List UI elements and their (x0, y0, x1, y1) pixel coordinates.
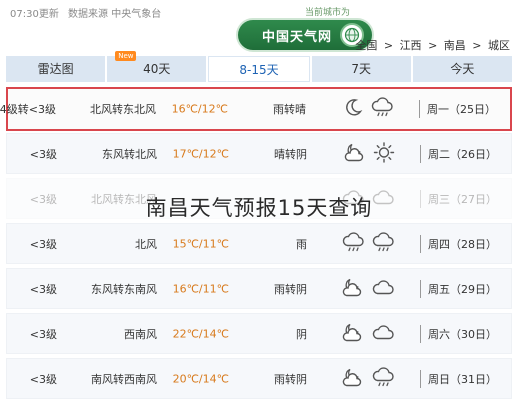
temperature: 20℃/14℃ (172, 372, 229, 385)
forecast-row[interactable]: <3级 东风转北风 17℃/12℃ 晴转阴 周二（26日） (6, 133, 512, 174)
forecast-list: 3-4级转<3级北风转东北风16℃/12℃雨转晴周一（25日）<3级东风转北风1… (0, 87, 512, 400)
breadcrumb-item-country[interactable]: 全国 (355, 39, 377, 52)
wind-level: 3-4级转<3级 (0, 103, 56, 116)
cloud-moon-icon (341, 276, 365, 301)
data-source: 数据来源 中央气象台 (68, 9, 162, 20)
forecast-row[interactable]: <3级 北风 15℃/11℃ 雨 周四（28日） (6, 223, 512, 264)
forecast-row[interactable]: <3级 北风转东北风 周三（27日） (6, 178, 512, 219)
condition-text: 雨 (296, 237, 307, 251)
weather-icons (342, 97, 394, 122)
day-label: 周日（31日） (428, 372, 497, 386)
wind-level: <3级 (29, 282, 57, 296)
wind-level: <3级 (29, 192, 57, 206)
condition-text: 雨转阴 (274, 372, 307, 386)
day-label: 周五（29日） (428, 282, 497, 296)
cloud-icon (371, 276, 395, 301)
cloud-moon-icon (341, 321, 365, 346)
temperature: 16℃/11℃ (172, 282, 229, 295)
tab-40-days[interactable]: New 40天 (107, 51, 207, 82)
condition-text: 阴 (296, 327, 307, 341)
temperature: 22℃/14℃ (172, 327, 229, 340)
new-badge: New (115, 51, 137, 61)
cloud-rain-icon (371, 366, 395, 391)
temperature: 16℃/12℃ (171, 102, 228, 116)
tab-radar[interactable]: 雷达图 (6, 56, 106, 82)
breadcrumb-separator: > (472, 39, 482, 52)
forecast-row[interactable]: <3级 东风转东南风 16℃/11℃ 雨转阴 周五（29日） (6, 268, 512, 309)
cloud-rain-icon (371, 231, 395, 256)
divider (420, 144, 421, 163)
breadcrumb-separator: > (428, 39, 438, 52)
moon-icon (342, 97, 364, 122)
divider (420, 324, 421, 343)
weather-icons (341, 321, 395, 346)
breadcrumb-item-province[interactable]: 江西 (400, 39, 422, 52)
wind-level: <3级 (29, 147, 57, 161)
divider (420, 189, 421, 208)
forecast-row[interactable]: <3级 南风转西南风 20℃/14℃ 雨转阴 周日（31日） (6, 358, 512, 399)
wind-direction: 北风转东北风 (90, 103, 156, 116)
breadcrumb-separator: > (383, 39, 394, 52)
forecast-tabs: 雷达图 New 40天 8-15天 7天 今天 (6, 51, 513, 82)
divider (419, 100, 420, 118)
day-label: 周一（25日） (427, 103, 496, 116)
wind-direction: 南风转西南风 (91, 372, 157, 386)
condition-text: 雨转晴 (273, 103, 306, 116)
cloud-icon (341, 186, 365, 211)
cloud-rain-icon (370, 97, 394, 122)
cloud-icon (371, 186, 395, 211)
wind-level: <3级 (29, 327, 57, 341)
tab-7-days[interactable]: 7天 (311, 56, 411, 82)
wind-level: <3级 (29, 237, 57, 251)
condition-text: 晴转阴 (274, 147, 307, 161)
temperature: 17℃/12℃ (172, 147, 229, 160)
weather-icons (341, 276, 395, 301)
cloud-moon-icon (341, 366, 365, 391)
condition-text: 雨转阴 (274, 282, 307, 296)
temperature: 15℃/11℃ (172, 237, 229, 250)
wind-direction: 北风转东北风 (91, 192, 157, 206)
divider (420, 234, 421, 253)
day-label: 周二（26日） (428, 147, 497, 161)
wind-direction: 东风转东南风 (91, 282, 157, 296)
weather-icons (341, 231, 395, 256)
logo-caption: 当前城市为 (305, 8, 351, 18)
logo-text: 中国天气网 (261, 29, 332, 45)
divider (420, 369, 421, 388)
day-label: 周六（30日） (428, 327, 497, 341)
forecast-row[interactable]: 3-4级转<3级 北风转东北风 16℃/12℃ 雨转晴 周一（25日） (0, 87, 512, 131)
wind-direction: 东风转北风 (102, 147, 157, 161)
tab-40-days-label: 40天 (143, 62, 171, 76)
cloud-icon (371, 321, 395, 346)
day-label: 周四（28日） (428, 237, 497, 251)
sun-icon (373, 141, 395, 166)
update-time: 07:30更新 (10, 9, 59, 20)
weather-icons (341, 366, 395, 391)
weather-icons (341, 186, 395, 211)
day-label: 周三（27日） (428, 192, 497, 206)
breadcrumb: 全国 > 江西 > 南昌 > 城区 (352, 37, 510, 53)
breadcrumb-item-city[interactable]: 南昌 (444, 39, 466, 52)
tab-8-15-days[interactable]: 8-15天 (208, 56, 310, 82)
breadcrumb-item-district[interactable]: 城区 (488, 39, 510, 52)
divider (420, 279, 421, 298)
cloud-rain-icon (341, 231, 365, 256)
weather-icons (343, 141, 395, 166)
update-meta: 07:30更新 数据来源 中央气象台 (10, 5, 167, 20)
wind-direction: 北风 (135, 237, 157, 251)
forecast-row[interactable]: <3级 西南风 22℃/14℃ 阴 周六（30日） (6, 313, 512, 354)
wind-level: <3级 (29, 372, 57, 386)
cloud-moon-icon (343, 141, 367, 166)
tab-today[interactable]: 今天 (412, 56, 513, 82)
wind-direction: 西南风 (124, 327, 157, 341)
